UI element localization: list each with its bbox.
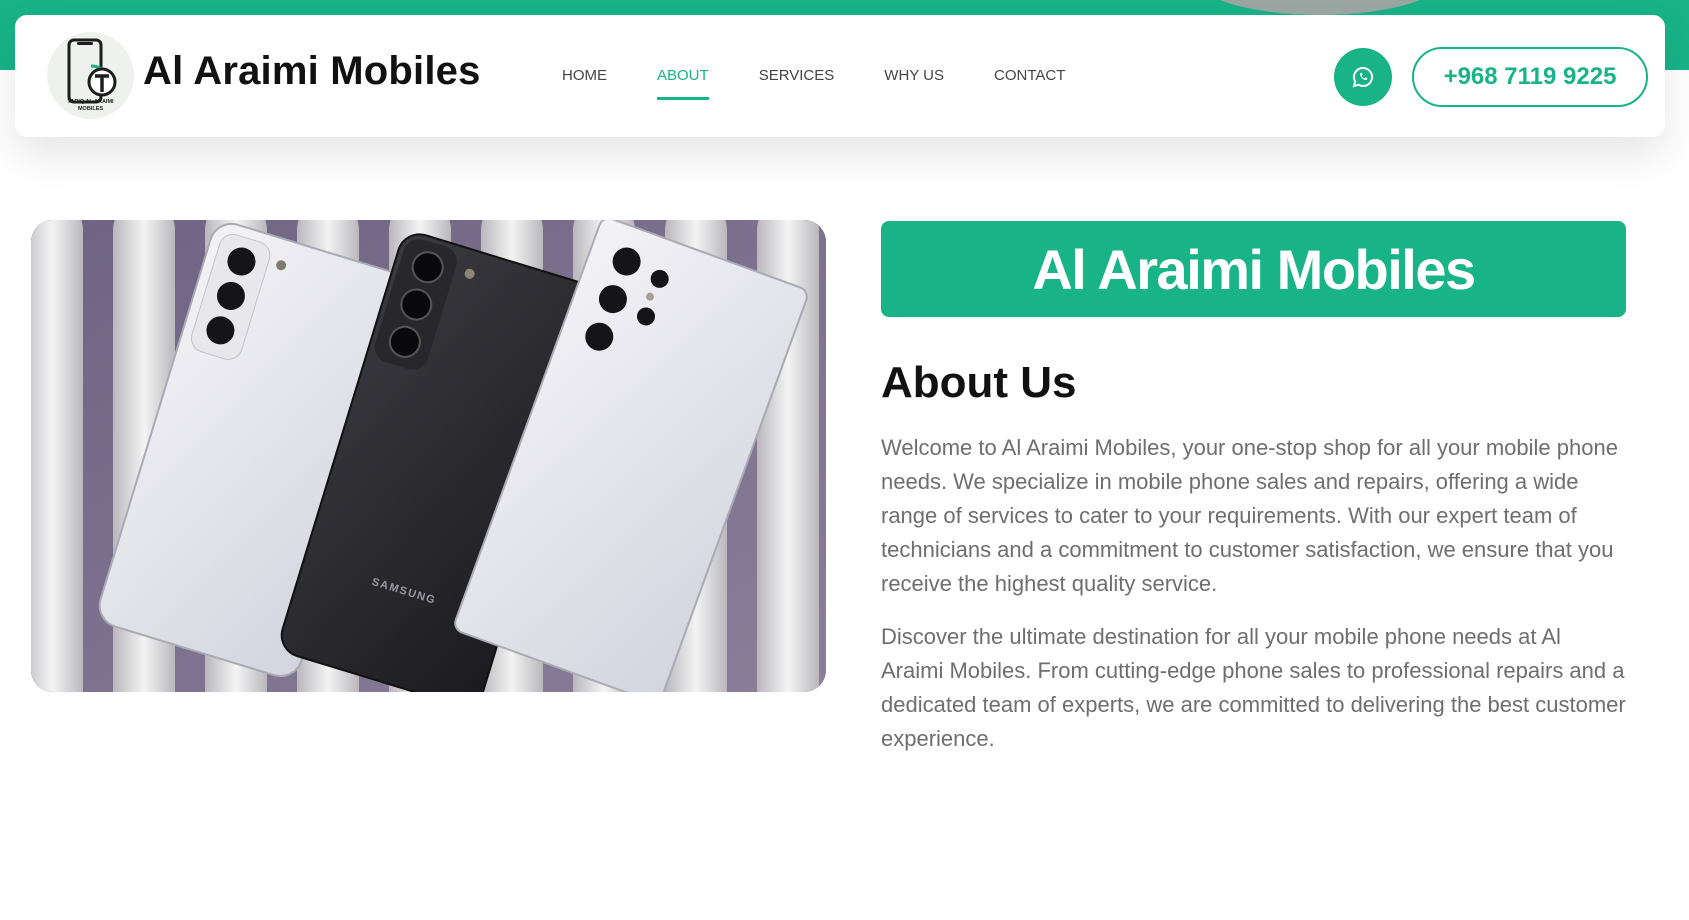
nav-why-us[interactable]: WHY US — [884, 67, 944, 84]
phone-button[interactable]: +968 7119 9225 — [1412, 47, 1648, 107]
nav-about[interactable]: ABOUT — [657, 67, 709, 100]
brand-name[interactable]: Al Araimi Mobiles — [143, 49, 481, 94]
title-banner-text: Al Araimi Mobiles — [1032, 237, 1476, 301]
whatsapp-button[interactable] — [1334, 48, 1392, 106]
about-paragraph-1: Welcome to Al Araimi Mobiles, your one-s… — [881, 435, 1618, 596]
nav-services[interactable]: SERVICES — [759, 67, 835, 84]
whatsapp-icon — [1352, 66, 1374, 88]
nav-home[interactable]: HOME — [562, 67, 607, 84]
main-nav: HOME ABOUT SERVICES WHY US CONTACT — [562, 67, 1115, 100]
svg-text:TARIQ AL ARAIMI: TARIQ AL ARAIMI — [67, 99, 114, 105]
svg-text:MOBILES: MOBILES — [78, 106, 103, 112]
nav-contact[interactable]: CONTACT — [994, 67, 1065, 84]
site-header: TARIQ AL ARAIMI MOBILES Al Araimi Mobile… — [15, 15, 1665, 137]
phone-logo-icon: TARIQ AL ARAIMI MOBILES — [67, 38, 117, 112]
logo[interactable]: TARIQ AL ARAIMI MOBILES — [47, 32, 134, 119]
about-heading: About Us — [881, 358, 1077, 407]
about-paragraph-2: Discover the ultimate destination for al… — [881, 624, 1626, 751]
title-banner: Al Araimi Mobiles — [881, 221, 1626, 317]
phones-photo: SAMSUNG — [31, 220, 826, 692]
